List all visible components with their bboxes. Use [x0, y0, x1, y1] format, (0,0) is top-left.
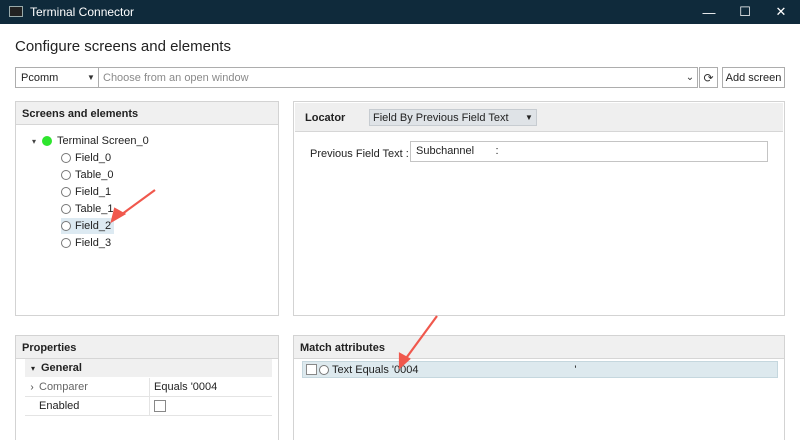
close-button[interactable]: ✕ — [763, 0, 799, 24]
previous-field-text-input[interactable]: Subchannel : — [410, 141, 768, 162]
properties-panel-header: Properties — [16, 336, 278, 359]
tree-item-label: Field_2 — [75, 220, 112, 232]
radio-icon — [61, 238, 71, 248]
property-name: Enabled — [39, 400, 80, 412]
property-value[interactable]: Equals '0004 — [154, 381, 217, 393]
tree-item-field-1[interactable]: Field_1 — [61, 184, 111, 200]
property-row-enabled[interactable]: Enabled — [25, 396, 272, 416]
locator-dropdown[interactable]: Field By Previous Field Text ▼ — [369, 109, 537, 126]
property-row-comparer[interactable]: › Comparer Equals '0004 — [25, 377, 272, 397]
properties-panel: Properties ▾ General › Comparer Equals '… — [15, 335, 279, 440]
chevron-down-icon: ▼ — [87, 73, 95, 82]
match-attribute-row[interactable]: Text Equals '0004 ' — [302, 361, 778, 378]
screens-panel: Screens and elements ▾ Terminal Screen_0… — [15, 101, 279, 316]
tree-item-field-3[interactable]: Field_3 — [61, 235, 111, 251]
tree-root-terminal-screen[interactable]: ▾ Terminal Screen_0 — [32, 133, 149, 149]
window-placeholder: Choose from an open window — [103, 71, 249, 84]
tree-item-label: Table_1 — [75, 203, 114, 215]
chevron-right-icon[interactable]: › — [25, 382, 39, 393]
maximize-button[interactable]: ☐ — [727, 0, 763, 24]
screens-panel-header: Screens and elements — [16, 102, 278, 125]
status-dot-icon — [42, 136, 52, 146]
match-attributes-panel: Match attributes Text Equals '0004 ' — [293, 335, 785, 440]
provider-value: Pcomm — [21, 71, 59, 84]
locator-label: Locator — [305, 112, 346, 124]
tree-item-table-0[interactable]: Table_0 — [61, 167, 114, 183]
tree-item-table-1[interactable]: Table_1 — [61, 201, 114, 217]
tree-item-label: Field_0 — [75, 152, 112, 164]
chevron-down-icon[interactable]: ▾ — [32, 137, 42, 146]
page-title: Configure screens and elements — [15, 38, 231, 55]
radio-icon — [61, 221, 71, 231]
window-title: Terminal Connector — [30, 5, 135, 19]
property-name: Comparer — [39, 381, 88, 393]
enabled-checkbox[interactable] — [154, 400, 166, 412]
locator-bar: Locator Field By Previous Field Text ▼ — [295, 103, 783, 132]
tree-item-field-2[interactable]: Field_2 — [61, 218, 115, 234]
radio-icon — [61, 204, 71, 214]
locator-panel: Locator Field By Previous Field Text ▼ P… — [293, 101, 785, 316]
minimize-button[interactable]: — — [691, 0, 727, 24]
chevron-down-icon: ▼ — [525, 113, 533, 122]
locator-value: Field By Previous Field Text — [373, 111, 509, 124]
tree-item-field-0[interactable]: Field_0 — [61, 150, 111, 166]
refresh-icon: ⟳ — [703, 70, 714, 85]
property-group-label: General — [41, 362, 82, 374]
chevron-down-icon[interactable]: ▾ — [25, 364, 41, 373]
radio-icon — [61, 153, 71, 163]
add-screen-button[interactable]: Add screen — [722, 67, 785, 88]
previous-field-text-label: Previous Field Text : — [310, 148, 409, 160]
chevron-down-icon: ⌄ — [685, 72, 695, 83]
match-attribute-text: Text Equals '0004 ' — [332, 363, 577, 376]
radio-icon — [319, 364, 329, 375]
match-attribute-checkbox[interactable] — [306, 364, 317, 375]
tree-root-label: Terminal Screen_0 — [57, 135, 149, 147]
tree-item-label: Field_3 — [75, 237, 112, 249]
match-attributes-header: Match attributes — [294, 336, 784, 359]
radio-icon — [61, 170, 71, 180]
title-bar: Terminal Connector — ☐ ✕ — [0, 0, 800, 24]
tree-item-label: Field_1 — [75, 186, 112, 198]
tree-item-label: Table_0 — [75, 169, 114, 181]
terminal-app-icon — [9, 6, 23, 17]
refresh-button[interactable]: ⟳ — [699, 67, 718, 88]
property-group-general[interactable]: ▾ General — [25, 359, 272, 377]
radio-icon — [61, 187, 71, 197]
window-dropdown[interactable]: Choose from an open window ⌄ — [98, 67, 698, 88]
provider-dropdown[interactable]: Pcomm ▼ — [15, 67, 99, 88]
